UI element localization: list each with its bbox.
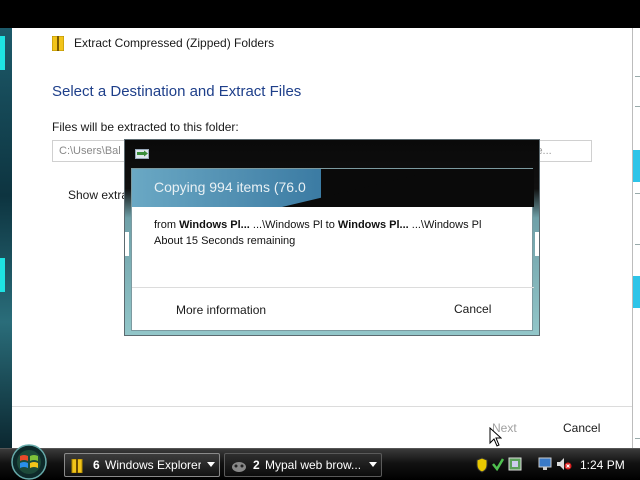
- source-name: Windows Pl...: [179, 219, 250, 231]
- destination-path-text: C:\Users\Bal: [59, 145, 121, 157]
- network-status-icon[interactable]: [508, 457, 522, 471]
- chevron-down-icon: [369, 462, 377, 467]
- taskbar-item-count: 2: [253, 458, 260, 472]
- browser-icon: [232, 462, 246, 472]
- wizard-title: Extract Compressed (Zipped) Folders: [74, 36, 275, 50]
- source-path: ...\Windows Pl to: [252, 219, 335, 231]
- checkmark-icon[interactable]: [492, 457, 504, 471]
- wizard-footer: Next Cancel: [12, 406, 632, 448]
- dialog-cancel-button[interactable]: Cancel: [454, 302, 491, 316]
- cancel-button[interactable]: Cancel: [563, 421, 600, 435]
- dialog-divider: [132, 287, 534, 288]
- chevron-down-icon: [207, 462, 215, 467]
- desktop-background-left: [0, 28, 12, 448]
- taskbar-item-label: Windows Explorer: [105, 458, 201, 472]
- more-information-button[interactable]: More information: [176, 303, 266, 317]
- taskbar-item-mypal-browser[interactable]: 2 Mypal web brow...: [224, 453, 382, 477]
- target-name: Windows Pl...: [337, 219, 409, 231]
- system-tray: 1:24 PM: [470, 451, 640, 479]
- taskbar: 6 Windows Explorer 2 Mypal web brow... 1…: [0, 444, 640, 480]
- dialog-edge-left: [125, 232, 129, 256]
- taskbar-item-label: Mypal web brow...: [265, 458, 361, 472]
- copy-progress-dialog: Copying 994 items (76.0 from Windows Pl.…: [124, 139, 540, 336]
- dialog-titlebar[interactable]: [125, 140, 539, 168]
- folder-icon: [71, 459, 83, 473]
- taskbar-item-windows-explorer[interactable]: 6 Windows Explorer: [64, 453, 220, 477]
- mouse-cursor-icon: [489, 427, 502, 447]
- clock[interactable]: 1:24 PM: [580, 458, 625, 472]
- start-button[interactable]: [8, 443, 50, 480]
- destination-description: Files will be extracted to this folder:: [52, 120, 239, 134]
- target-path: ...\Windows Pl: [411, 219, 482, 231]
- background-window-edge[interactable]: [632, 28, 640, 448]
- dialog-content: Copying 994 items (76.0 from Windows Pl.…: [131, 168, 534, 331]
- copy-from-line: from Windows Pl... ...\Windows Pl to Win…: [154, 219, 481, 231]
- volume-muted-icon[interactable]: [556, 457, 572, 471]
- shield-icon[interactable]: [476, 457, 488, 473]
- desktop: Extract Compressed (Zipped) Folders Sele…: [0, 0, 640, 480]
- progress-bar: Copying 994 items (76.0: [132, 169, 534, 207]
- show-extracted-checkbox-label[interactable]: Show extra: [68, 188, 128, 202]
- from-label: from: [154, 219, 176, 231]
- monitor-icon[interactable]: [538, 457, 552, 471]
- copy-icon: [135, 149, 149, 159]
- taskbar-item-count: 6: [93, 458, 100, 472]
- zipped-folder-icon: [52, 36, 64, 51]
- wizard-header: Extract Compressed (Zipped) Folders: [12, 28, 632, 58]
- copy-progress-title: Copying 994 items (76.0: [154, 179, 306, 195]
- time-remaining: About 15 Seconds remaining: [154, 235, 296, 247]
- wizard-heading: Select a Destination and Extract Files: [52, 83, 302, 100]
- dialog-edge-right: [535, 232, 539, 256]
